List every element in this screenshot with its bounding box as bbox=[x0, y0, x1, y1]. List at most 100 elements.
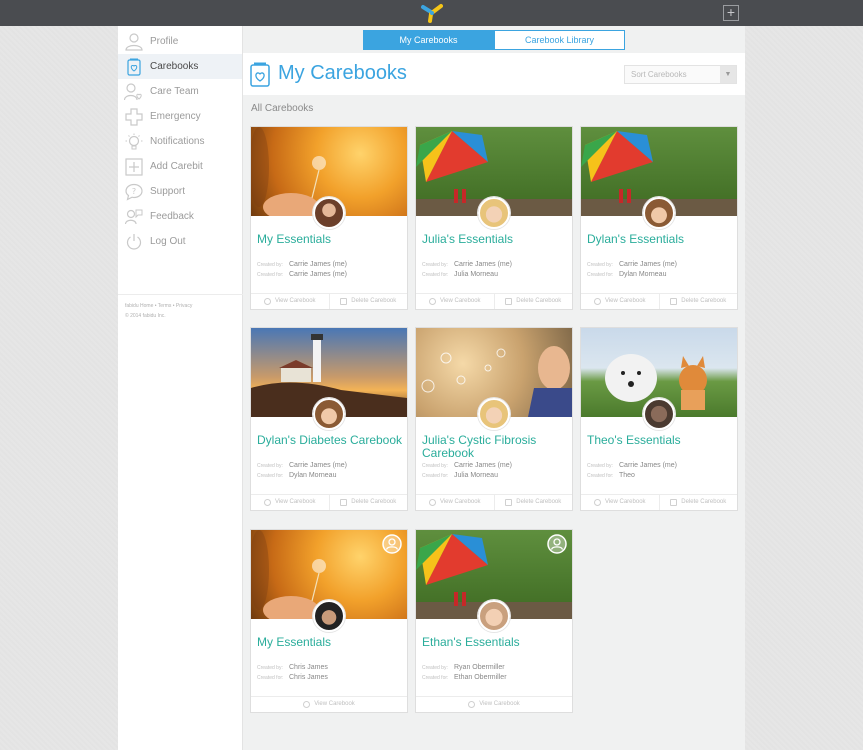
speech-bubble-icon: ? bbox=[124, 182, 144, 202]
arrow-right-icon bbox=[303, 701, 311, 708]
sidebar-item-label: Carebooks bbox=[150, 61, 199, 72]
sidebar: Profile Carebooks Care Team Emergency No… bbox=[118, 26, 243, 750]
sidebar-item-label: Feedback bbox=[150, 211, 194, 222]
view-carebook-button[interactable]: View Carebook bbox=[251, 697, 407, 712]
card-title[interactable]: Julia's Essentials bbox=[422, 233, 568, 246]
card-actions: View Carebook Delete Carebook bbox=[416, 494, 572, 510]
card-title[interactable]: My Essentials bbox=[257, 636, 403, 649]
view-carebook-button[interactable]: View Carebook bbox=[416, 294, 494, 309]
carebook-card[interactable]: Dylan's Diabetes Carebook Created by: Car… bbox=[250, 327, 408, 511]
avatar bbox=[478, 197, 510, 229]
delete-icon bbox=[505, 499, 513, 506]
card-title[interactable]: Theo's Essentials bbox=[587, 434, 733, 447]
sidebar-item-support[interactable]: ? Support bbox=[118, 179, 242, 204]
chevron-down-icon[interactable]: ▼ bbox=[720, 66, 736, 83]
sidebar-item-add-carebit[interactable]: Add Carebit bbox=[118, 154, 242, 179]
carebook-card[interactable]: Dylan's Essentials Created by: Carrie Jam… bbox=[580, 126, 738, 310]
carebook-card[interactable]: Julia's Cystic Fibrosis Carebook Created… bbox=[415, 327, 573, 511]
delete-carebook-button[interactable]: Delete Carebook bbox=[658, 294, 738, 309]
avatar bbox=[313, 197, 345, 229]
avatar bbox=[313, 600, 345, 632]
tab-bar: My Carebooks Carebook Library bbox=[363, 30, 625, 50]
card-title[interactable]: Dylan's Essentials bbox=[587, 233, 733, 246]
created-for: Julia Morneau bbox=[454, 271, 498, 278]
card-actions: View Carebook Delete Carebook bbox=[416, 293, 572, 309]
view-carebook-button[interactable]: View Carebook bbox=[251, 294, 329, 309]
delete-carebook-button[interactable]: Delete Carebook bbox=[328, 495, 408, 510]
card-actions: View Carebook bbox=[416, 696, 572, 712]
sidebar-item-label: Add Carebit bbox=[150, 161, 203, 172]
shared-icon bbox=[382, 534, 402, 554]
plus-square-icon bbox=[124, 157, 144, 177]
delete-carebook-button[interactable]: Delete Carebook bbox=[493, 294, 573, 309]
delete-icon bbox=[670, 298, 678, 305]
card-actions: View Carebook Delete Carebook bbox=[251, 494, 407, 510]
sidebar-item-label: Notifications bbox=[150, 136, 205, 147]
card-title[interactable]: Julia's Cystic Fibrosis Carebook bbox=[422, 434, 568, 460]
view-carebook-button[interactable]: View Carebook bbox=[251, 495, 329, 510]
card-title[interactable]: Ethan's Essentials bbox=[422, 636, 568, 649]
section-label: All Carebooks bbox=[251, 103, 314, 114]
created-for: Ethan Obermiller bbox=[454, 674, 507, 681]
delete-icon bbox=[340, 499, 348, 506]
arrow-right-icon bbox=[263, 298, 271, 305]
delete-carebook-button[interactable]: Delete Carebook bbox=[328, 294, 408, 309]
card-title[interactable]: Dylan's Diabetes Carebook bbox=[257, 434, 403, 447]
view-carebook-button[interactable]: View Carebook bbox=[416, 697, 572, 712]
view-carebook-button[interactable]: View Carebook bbox=[581, 495, 659, 510]
arrow-right-icon bbox=[593, 298, 601, 305]
card-title[interactable]: My Essentials bbox=[257, 233, 403, 246]
sidebar-item-profile[interactable]: Profile bbox=[118, 29, 242, 54]
sidebar-item-label: Support bbox=[150, 186, 186, 197]
created-by: Carrie James (me) bbox=[289, 462, 347, 469]
view-carebook-button[interactable]: View Carebook bbox=[416, 495, 494, 510]
created-for: Dylan Morneau bbox=[619, 271, 667, 278]
card-meta: Created by: Chris James Created for: Chris… bbox=[257, 664, 328, 681]
delete-carebook-button[interactable]: Delete Carebook bbox=[658, 495, 738, 510]
arrow-right-icon bbox=[263, 499, 271, 506]
page-title: My Carebooks bbox=[278, 62, 407, 84]
card-actions: View Carebook Delete Carebook bbox=[581, 293, 737, 309]
carebook-card[interactable]: My Essentials Created by: Chris James Cre… bbox=[250, 529, 408, 713]
delete-icon bbox=[505, 298, 513, 305]
avatar bbox=[478, 398, 510, 430]
card-actions: View Carebook Delete Carebook bbox=[581, 494, 737, 510]
arrow-right-icon bbox=[593, 499, 601, 506]
card-actions: View Carebook Delete Carebook bbox=[251, 293, 407, 309]
carebook-card[interactable]: Ethan's Essentials Created by: Ryan Oberm… bbox=[415, 529, 573, 713]
sort-dropdown[interactable]: Sort Carebooks ▼ bbox=[624, 65, 737, 84]
sidebar-footer: fabidu Home • Terms • Privacy © 2014 fab… bbox=[118, 294, 243, 327]
sidebar-item-label: Profile bbox=[150, 36, 179, 47]
carebook-card[interactable]: My Essentials Created by: Carrie James (m… bbox=[250, 126, 408, 310]
sidebar-item-log-out[interactable]: Log Out bbox=[118, 229, 242, 254]
sidebar-item-notifications[interactable]: Notifications bbox=[118, 129, 242, 154]
carebook-logo-icon[interactable] bbox=[421, 3, 443, 23]
svg-text:?: ? bbox=[132, 187, 136, 196]
delete-carebook-button[interactable]: Delete Carebook bbox=[493, 495, 573, 510]
sidebar-item-care-team[interactable]: Care Team bbox=[118, 79, 242, 104]
sidebar-item-label: Emergency bbox=[150, 111, 201, 122]
tab-carebook-library[interactable]: Carebook Library bbox=[494, 30, 625, 50]
sidebar-item-feedback[interactable]: Feedback bbox=[118, 204, 242, 229]
sidebar-item-label: Log Out bbox=[150, 236, 186, 247]
avatar bbox=[643, 197, 675, 229]
add-button[interactable]: + bbox=[723, 5, 739, 21]
created-by: Ryan Obermiller bbox=[454, 664, 505, 671]
feedback-icon bbox=[124, 207, 144, 227]
top-bar: + bbox=[0, 0, 863, 26]
created-for: Chris James bbox=[289, 674, 328, 681]
shared-icon bbox=[547, 534, 567, 554]
footer-links[interactable]: fabidu Home • Terms • Privacy bbox=[125, 301, 236, 311]
created-for: Dylan Morneau bbox=[289, 472, 337, 479]
sidebar-item-emergency[interactable]: Emergency bbox=[118, 104, 242, 129]
tab-my-carebooks[interactable]: My Carebooks bbox=[363, 30, 494, 50]
care-team-icon bbox=[124, 82, 144, 102]
sidebar-item-label: Care Team bbox=[150, 86, 199, 97]
page-header: My Carebooks Sort Carebooks ▼ bbox=[243, 53, 745, 95]
carebook-card[interactable]: Theo's Essentials Created by: Carrie Jame… bbox=[580, 327, 738, 511]
carebook-card[interactable]: Julia's Essentials Created by: Carrie Jam… bbox=[415, 126, 573, 310]
view-carebook-button[interactable]: View Carebook bbox=[581, 294, 659, 309]
sidebar-item-carebooks[interactable]: Carebooks bbox=[118, 54, 242, 79]
card-meta: Created by: Carrie James (me) Created for… bbox=[587, 261, 677, 278]
carebook-icon bbox=[250, 62, 270, 87]
